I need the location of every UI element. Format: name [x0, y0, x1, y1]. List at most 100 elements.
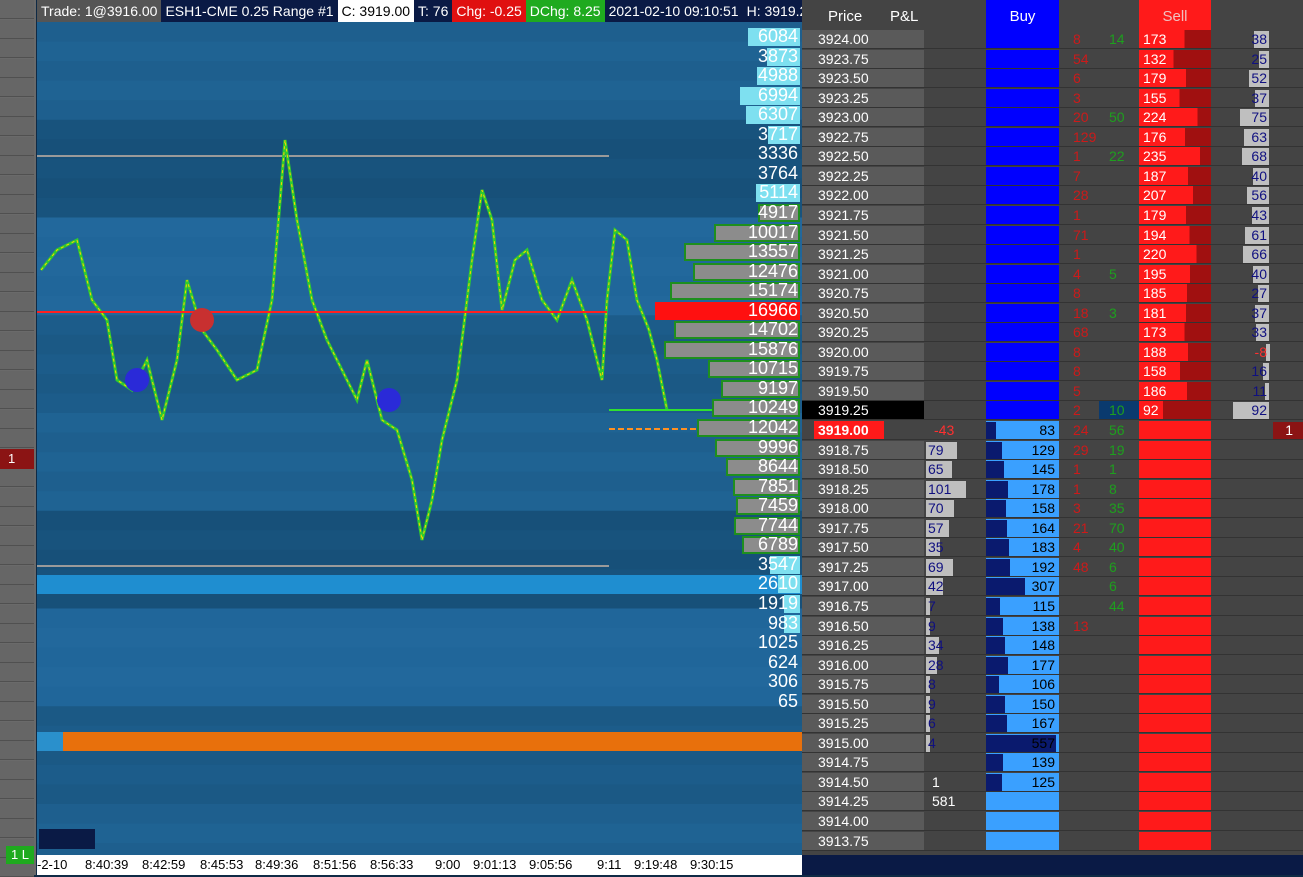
buy-cell[interactable]: 167 — [986, 714, 1059, 733]
ladder-row[interactable]: 3916.50 9 138 13 — [802, 616, 1303, 636]
price-cell[interactable]: 3917.00 — [802, 577, 924, 596]
buy-cell[interactable] — [986, 127, 1059, 146]
sell-cell[interactable] — [1139, 812, 1211, 830]
ladder-row[interactable]: 3920.25 68 173 33 — [802, 323, 1303, 343]
buy-cell[interactable]: 83 — [986, 421, 1059, 439]
buy-cell[interactable] — [986, 225, 1059, 244]
heatmap-chart[interactable]: Trade: 1@3916.00 ESH1-CME 0.25 Range #1 C:… — [37, 0, 802, 855]
buy-cell[interactable] — [986, 49, 1059, 68]
ladder-row[interactable]: 3922.25 7 187 40 — [802, 166, 1303, 186]
sell-cell[interactable] — [1139, 733, 1211, 752]
ladder-row[interactable]: 3917.75 57 164 21 70 — [802, 518, 1303, 538]
ladder-row[interactable]: 3921.50 71 194 61 — [802, 225, 1303, 245]
sell-cell[interactable] — [1139, 753, 1211, 772]
sell-cell[interactable]: 176 — [1139, 127, 1211, 146]
ladder-row[interactable]: 3922.75 129 176 63 — [802, 127, 1303, 147]
price-cell[interactable]: 3921.00 — [802, 264, 924, 283]
buy-cell[interactable] — [986, 812, 1059, 830]
sell-cell[interactable]: 173 — [1139, 323, 1211, 342]
buy-cell[interactable] — [986, 147, 1059, 166]
price-cell[interactable]: 3922.50 — [802, 147, 924, 166]
trade-marker[interactable] — [125, 368, 149, 392]
sell-cell[interactable] — [1139, 655, 1211, 674]
ladder-row[interactable]: 3919.25 2 10 92 92 — [802, 401, 1303, 421]
ladder-row[interactable]: 3914.25 581 — [802, 792, 1303, 812]
price-cell[interactable]: 3915.25 — [802, 714, 924, 733]
price-cell[interactable]: 3920.50 — [802, 303, 924, 322]
buy-cell[interactable]: 115 — [986, 596, 1059, 615]
buy-cell[interactable]: 183 — [986, 538, 1059, 557]
buy-cell[interactable]: 106 — [986, 675, 1059, 694]
ladder-row[interactable]: 3922.00 28 207 56 — [802, 186, 1303, 206]
price-cell[interactable]: 3919.25 — [802, 401, 924, 420]
buy-cell[interactable]: 158 — [986, 499, 1059, 518]
ladder-row[interactable]: 3918.75 79 129 29 19 — [802, 440, 1303, 460]
ladder-row[interactable]: 3923.00 20 50 224 75 — [802, 108, 1303, 128]
buy-cell[interactable] — [986, 303, 1059, 322]
sell-cell[interactable] — [1139, 772, 1211, 791]
price-cell[interactable]: 3923.50 — [802, 69, 924, 88]
sell-cell[interactable]: 186 — [1139, 381, 1211, 400]
ladder-row[interactable]: 3922.50 1 22 235 68 — [802, 147, 1303, 167]
sell-cell[interactable] — [1139, 499, 1211, 518]
ladder-row[interactable]: 3919.50 5 186 11 — [802, 381, 1303, 401]
ladder-row[interactable]: 3917.25 69 192 48 6 — [802, 557, 1303, 577]
ladder-row[interactable]: 3917.50 35 183 4 40 — [802, 538, 1303, 558]
sell-cell[interactable] — [1139, 616, 1211, 635]
buy-cell[interactable] — [986, 166, 1059, 185]
ladder-row[interactable]: 3914.00 — [802, 812, 1303, 831]
buy-cell[interactable]: 129 — [986, 440, 1059, 459]
ladder-row[interactable]: 3923.75 54 132 25 — [802, 49, 1303, 69]
sell-cell[interactable]: 132 — [1139, 49, 1211, 68]
sell-cell[interactable]: 235 — [1139, 147, 1211, 166]
price-cell[interactable]: 3918.00 — [802, 499, 924, 518]
sell-cell[interactable]: 188 — [1139, 342, 1211, 361]
sell-cell[interactable]: 181 — [1139, 303, 1211, 322]
buy-cell[interactable] — [986, 205, 1059, 224]
ladder-row[interactable]: 3921.00 4 5 195 40 — [802, 264, 1303, 284]
sell-cell[interactable]: 179 — [1139, 205, 1211, 224]
ladder-row[interactable]: 3920.75 8 185 27 — [802, 284, 1303, 304]
sell-cell[interactable]: 207 — [1139, 186, 1211, 205]
buy-cell[interactable] — [986, 69, 1059, 88]
price-cell[interactable]: 3920.00 — [802, 342, 924, 361]
ladder-row[interactable]: 3919.00 -43 83 24 56 1 — [802, 421, 1303, 440]
sell-cell[interactable]: 92 — [1139, 401, 1211, 420]
ladder-row[interactable]: 3920.00 8 188 -8 — [802, 342, 1303, 362]
ladder-row[interactable]: 3918.25 101 178 1 8 — [802, 479, 1303, 499]
ladder-row[interactable]: 3916.00 28 177 — [802, 655, 1303, 675]
price-ladder[interactable]: Price P&L Buy Sell 3924.00 8 14 173 38 3923.7… — [802, 0, 1303, 855]
price-cell[interactable]: 3918.75 — [802, 440, 924, 459]
ladder-row[interactable]: 3917.00 42 307 6 — [802, 577, 1303, 597]
ladder-row[interactable]: 3923.25 3 155 37 — [802, 88, 1303, 108]
buy-cell[interactable]: 125 — [986, 772, 1059, 791]
price-cell[interactable]: 3915.75 — [802, 675, 924, 694]
price-cell[interactable]: 3915.50 — [802, 694, 924, 713]
price-cell[interactable]: 3913.75 — [802, 831, 924, 850]
buy-cell[interactable]: 164 — [986, 518, 1059, 537]
price-cell[interactable]: 3918.25 — [802, 479, 924, 498]
buy-cell[interactable] — [986, 284, 1059, 303]
ladder-row[interactable]: 3918.00 70 158 3 35 — [802, 499, 1303, 519]
sell-cell[interactable]: 194 — [1139, 225, 1211, 244]
order-badge[interactable]: 1 L — [6, 846, 34, 864]
ladder-row[interactable]: 3915.75 8 106 — [802, 675, 1303, 695]
price-cell[interactable]: 3923.00 — [802, 108, 924, 127]
ladder-row[interactable]: 3918.50 65 145 1 1 — [802, 460, 1303, 480]
ladder-row[interactable]: 3916.75 7 115 44 — [802, 596, 1303, 616]
ladder-row[interactable]: 3915.25 6 167 — [802, 714, 1303, 734]
price-cell[interactable]: 3921.75 — [802, 205, 924, 224]
sell-cell[interactable] — [1139, 714, 1211, 733]
price-cell[interactable]: 3923.25 — [802, 88, 924, 107]
price-cell[interactable]: 3919.75 — [802, 362, 924, 381]
buy-cell[interactable] — [986, 88, 1059, 107]
price-cell[interactable]: 3917.75 — [802, 518, 924, 537]
sell-cell[interactable] — [1139, 831, 1211, 850]
price-cell[interactable]: 3920.25 — [802, 323, 924, 342]
sell-cell[interactable] — [1139, 479, 1211, 498]
buy-cell[interactable]: 557 — [986, 733, 1059, 752]
sell-cell[interactable] — [1139, 518, 1211, 537]
price-cell[interactable]: 3914.25 — [802, 792, 924, 811]
price-cell[interactable]: 3917.25 — [802, 557, 924, 576]
sell-cell[interactable]: 155 — [1139, 88, 1211, 107]
